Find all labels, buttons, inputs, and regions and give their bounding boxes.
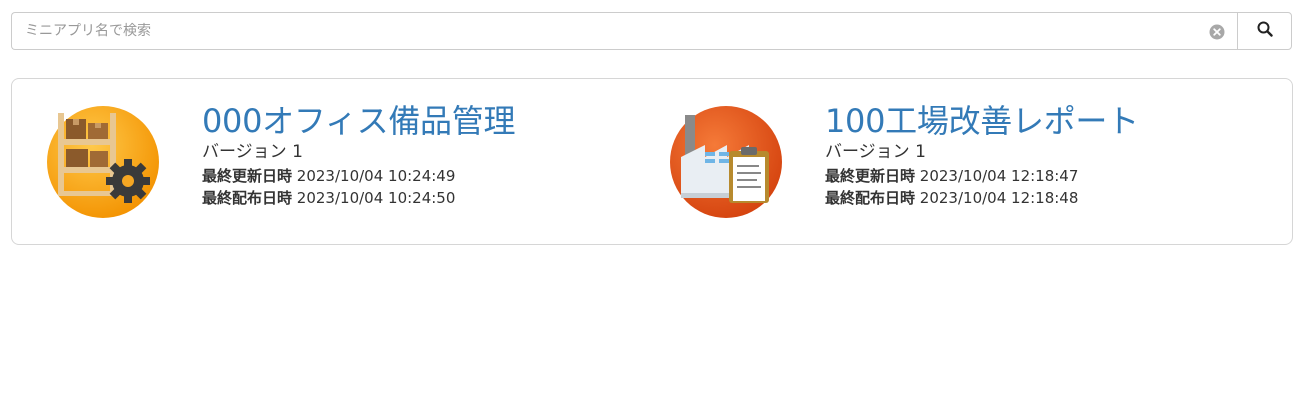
app-info: 100工場改善レポート バージョン 1 最終更新日時 2023/10/04 12… [825,101,1139,209]
factory-clipboard-icon[interactable] [669,105,783,219]
app-list-panel: 000オフィス備品管理 バージョン 1 最終更新日時 2023/10/04 10… [11,78,1293,245]
app-card-office-supplies[interactable]: 000オフィス備品管理 バージョン 1 最終更新日時 2023/10/04 10… [12,79,632,244]
app-title-link[interactable]: 000オフィス備品管理 [202,101,515,141]
search-input[interactable] [12,13,1237,49]
last-published-value: 2023/10/04 12:18:48 [919,189,1079,207]
last-published-value: 2023/10/04 10:24:50 [296,189,456,207]
search-button[interactable] [1237,12,1292,50]
last-updated-label: 最終更新日時 [202,167,293,185]
last-updated-value: 2023/10/04 10:24:49 [296,167,456,185]
last-published: 最終配布日時 2023/10/04 12:18:48 [825,187,1139,209]
last-updated-value: 2023/10/04 12:18:47 [919,167,1079,185]
app-version: バージョン 1 [825,142,926,162]
last-published-label: 最終配布日時 [202,189,293,207]
last-updated: 最終更新日時 2023/10/04 10:24:49 [202,165,515,187]
clear-icon[interactable] [1209,24,1225,40]
app-info: 000オフィス備品管理 バージョン 1 最終更新日時 2023/10/04 10… [202,101,515,209]
search-input-wrap [11,12,1237,50]
last-updated-label: 最終更新日時 [825,167,916,185]
app-card-factory-report[interactable]: 100工場改善レポート バージョン 1 最終更新日時 2023/10/04 12… [635,79,1255,244]
search-icon [1257,21,1273,41]
last-published: 最終配布日時 2023/10/04 10:24:50 [202,187,515,209]
last-updated: 最終更新日時 2023/10/04 12:18:47 [825,165,1139,187]
search-bar [11,12,1292,50]
last-published-label: 最終配布日時 [825,189,916,207]
warehouse-gear-icon[interactable] [46,105,160,219]
app-title-link[interactable]: 100工場改善レポート [825,101,1139,141]
app-version: バージョン 1 [202,142,303,162]
